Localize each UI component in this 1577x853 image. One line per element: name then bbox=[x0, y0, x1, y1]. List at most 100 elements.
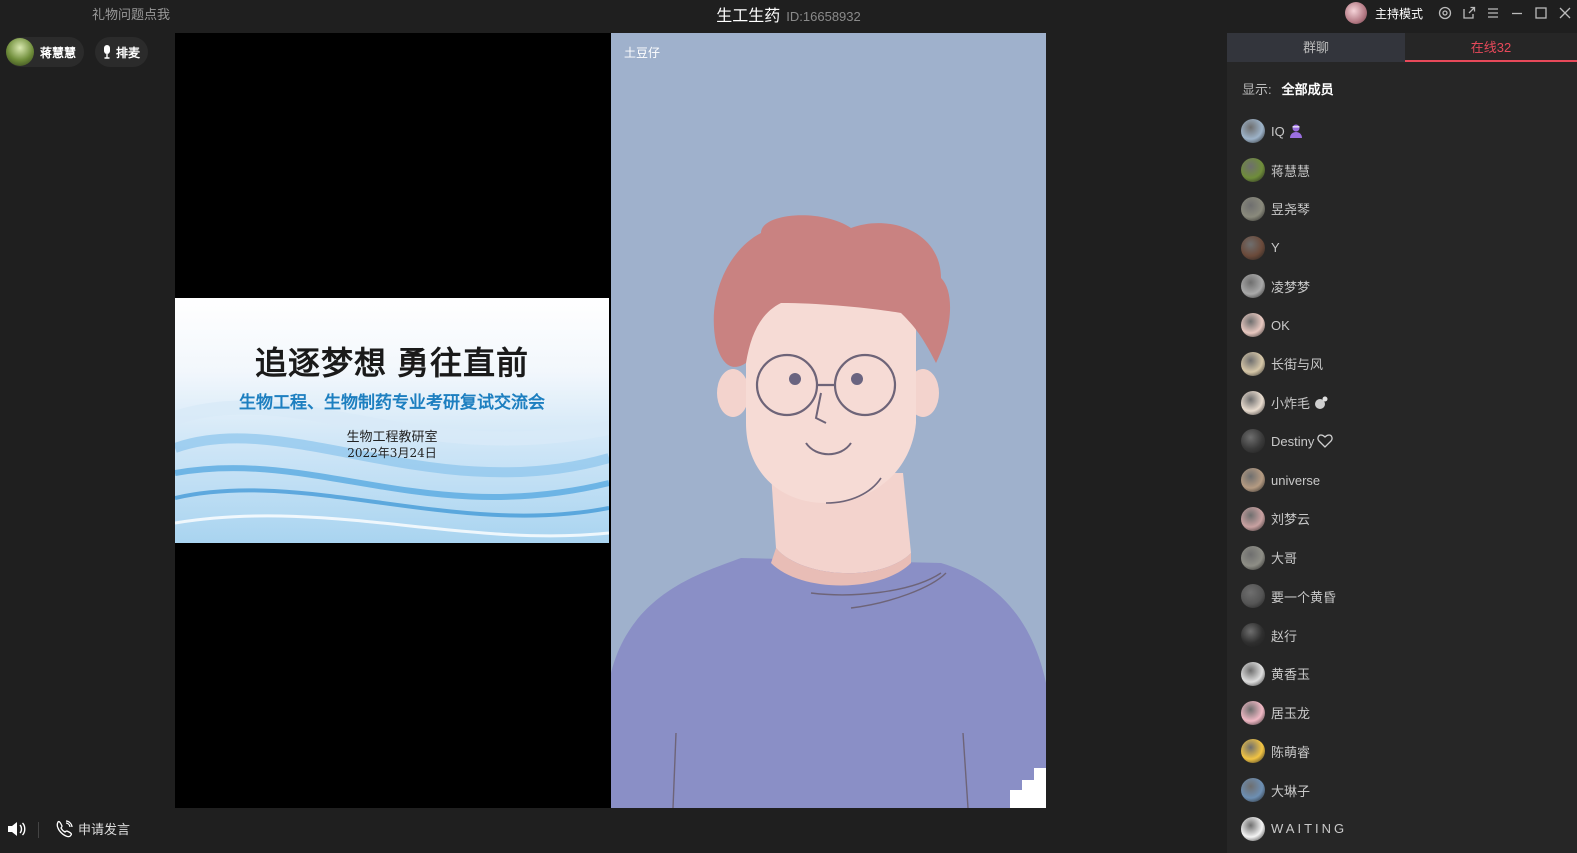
member-name: 小炸毛 bbox=[1271, 396, 1311, 412]
member-avatar bbox=[1241, 778, 1265, 803]
member-name: 大哥 bbox=[1271, 551, 1298, 567]
room-title: 生工生药 ID:16658932 bbox=[0, 2, 1577, 26]
member-list-item[interactable]: 黄香玉 bbox=[1241, 655, 1347, 694]
member-avatar bbox=[1241, 351, 1265, 376]
apply-to-speak-label: 申请发言 bbox=[78, 822, 131, 837]
member-name: 昱尧琴 bbox=[1271, 202, 1311, 218]
member-list: IQ 蒋慧慧昱尧琴 Y 凌梦梦 OK 长街与风小炸毛 Destiny universe 刘梦云大… bbox=[1241, 112, 1347, 848]
member-list-item[interactable]: 刘梦云 bbox=[1241, 500, 1347, 539]
host-avatar[interactable] bbox=[1344, 2, 1367, 24]
member-list-item[interactable]: 陈萌睿 bbox=[1241, 732, 1347, 771]
filter-label: 显示: bbox=[1242, 82, 1272, 97]
member-name: 凌梦梦 bbox=[1271, 279, 1311, 295]
maximize-icon[interactable] bbox=[1529, 1, 1553, 25]
bottom-toolbar: 申请发言 bbox=[0, 812, 1226, 853]
filter-value: 全部成员 bbox=[1281, 82, 1334, 97]
member-avatar bbox=[1241, 390, 1265, 415]
apply-to-speak-button[interactable]: 申请发言 bbox=[55, 819, 130, 838]
member-avatar bbox=[1241, 235, 1265, 260]
member-list-item[interactable]: IQ bbox=[1241, 112, 1347, 151]
member-avatar bbox=[1241, 700, 1265, 725]
member-list-item[interactable]: 要一个黄昏 bbox=[1241, 577, 1347, 616]
participant-name: 土豆仔 bbox=[624, 46, 661, 60]
member-list-item[interactable]: 居玉龙 bbox=[1241, 693, 1347, 732]
speaker-avatar bbox=[6, 38, 34, 66]
panel-tabs: 群聊 在线32 bbox=[1227, 33, 1577, 62]
member-avatar bbox=[1241, 119, 1265, 144]
slide-title: 追逐梦想 勇往直前 bbox=[255, 345, 529, 381]
member-list-item[interactable]: OK bbox=[1241, 306, 1347, 345]
member-avatar bbox=[1241, 661, 1265, 686]
member-avatar bbox=[1241, 584, 1265, 609]
member-name: 长街与风 bbox=[1271, 357, 1324, 373]
default-avatar-illustration bbox=[611, 215, 1046, 808]
purple-person-icon bbox=[1288, 123, 1304, 139]
member-list-item[interactable]: 凌梦梦 bbox=[1241, 267, 1347, 306]
member-avatar bbox=[1241, 545, 1265, 570]
member-name: OK bbox=[1271, 317, 1290, 333]
member-panel: 群聊 在线32 显示: 全部成员 IQ 蒋慧慧昱尧琴 Y 凌梦梦 OK 长街与风小炸毛 Des… bbox=[1227, 33, 1577, 853]
member-list-item[interactable]: Y bbox=[1241, 228, 1347, 267]
microphone-icon bbox=[104, 45, 110, 59]
member-name: IQ bbox=[1271, 123, 1285, 139]
member-list-item[interactable]: 昱尧琴 bbox=[1241, 190, 1347, 229]
slide-department: 生物工程教研室 bbox=[346, 430, 438, 445]
tab-online-members[interactable]: 在线32 bbox=[1405, 33, 1577, 62]
screen-share-view[interactable]: 追逐梦想 勇往直前 生物工程、生物制药专业考研复试交流会 生物工程教研室 202… bbox=[175, 33, 611, 808]
member-avatar bbox=[1241, 196, 1265, 221]
mic-queue-button[interactable]: 排麦 bbox=[95, 37, 149, 67]
member-list-item[interactable]: 赵行 bbox=[1241, 616, 1347, 655]
phone-icon bbox=[56, 819, 73, 837]
room-name: 生工生药 bbox=[716, 8, 781, 25]
tab-group-chat[interactable]: 群聊 bbox=[1227, 33, 1405, 62]
member-name: 要一个黄昏 bbox=[1271, 589, 1337, 605]
flower-icon bbox=[1313, 396, 1329, 410]
current-speaker-chip[interactable]: 蒋慧慧 bbox=[6, 37, 85, 67]
member-name: 黄香玉 bbox=[1271, 667, 1311, 683]
title-bar: 礼物问题点我 生工生药 ID:16658932 主持模式 bbox=[0, 0, 1577, 26]
member-list-item[interactable]: 蒋慧慧 bbox=[1241, 151, 1347, 190]
member-name: 刘梦云 bbox=[1271, 512, 1311, 528]
member-name: universe bbox=[1271, 472, 1321, 488]
minimize-icon[interactable] bbox=[1505, 1, 1529, 25]
host-mode-label[interactable]: 主持模式 bbox=[1375, 5, 1423, 22]
member-list-item[interactable]: 小炸毛 bbox=[1241, 383, 1347, 422]
member-avatar bbox=[1241, 313, 1265, 338]
mic-queue-label: 排麦 bbox=[116, 45, 141, 60]
speaker-name: 蒋慧慧 bbox=[40, 45, 77, 60]
speaker-volume-icon[interactable] bbox=[7, 820, 27, 838]
toolbar-divider bbox=[38, 822, 39, 838]
member-name: Y bbox=[1271, 240, 1280, 256]
member-avatar bbox=[1241, 468, 1265, 493]
member-list-item[interactable]: 大琳子 bbox=[1241, 771, 1347, 810]
member-avatar bbox=[1241, 816, 1265, 841]
member-name: 蒋慧慧 bbox=[1271, 163, 1311, 179]
member-name: 居玉龙 bbox=[1271, 706, 1311, 722]
presentation-slide: 追逐梦想 勇往直前 生物工程、生物制药专业考研复试交流会 生物工程教研室 202… bbox=[175, 298, 609, 543]
member-name: 大琳子 bbox=[1271, 783, 1311, 799]
popout-icon[interactable] bbox=[1457, 1, 1481, 25]
member-list-item[interactable]: universe bbox=[1241, 461, 1347, 500]
member-avatar bbox=[1241, 274, 1265, 299]
signal-steps-icon bbox=[1010, 768, 1046, 808]
member-list-item[interactable]: Destiny bbox=[1241, 422, 1347, 461]
member-avatar bbox=[1241, 506, 1265, 531]
settings-icon[interactable] bbox=[1433, 1, 1457, 25]
window-controls: 主持模式 bbox=[1344, 0, 1577, 26]
slide-wave-decoration bbox=[175, 400, 609, 538]
room-id: ID:16658932 bbox=[786, 9, 861, 24]
member-avatar bbox=[1241, 623, 1265, 648]
member-name: WAITING bbox=[1271, 821, 1348, 837]
participant-video[interactable]: 土豆仔 bbox=[611, 33, 1046, 808]
member-avatar bbox=[1241, 429, 1265, 454]
close-icon[interactable] bbox=[1553, 1, 1577, 25]
member-avatar bbox=[1241, 739, 1265, 764]
slide-date: 2022年3月24日 bbox=[347, 446, 437, 460]
member-name: 赵行 bbox=[1271, 628, 1298, 644]
member-list-item[interactable]: WAITING bbox=[1241, 810, 1347, 849]
menu-icon[interactable] bbox=[1481, 1, 1505, 25]
heart-icon bbox=[1317, 434, 1334, 449]
member-filter[interactable]: 显示: 全部成员 bbox=[1242, 79, 1334, 98]
member-list-item[interactable]: 长街与风 bbox=[1241, 345, 1347, 384]
member-list-item[interactable]: 大哥 bbox=[1241, 538, 1347, 577]
